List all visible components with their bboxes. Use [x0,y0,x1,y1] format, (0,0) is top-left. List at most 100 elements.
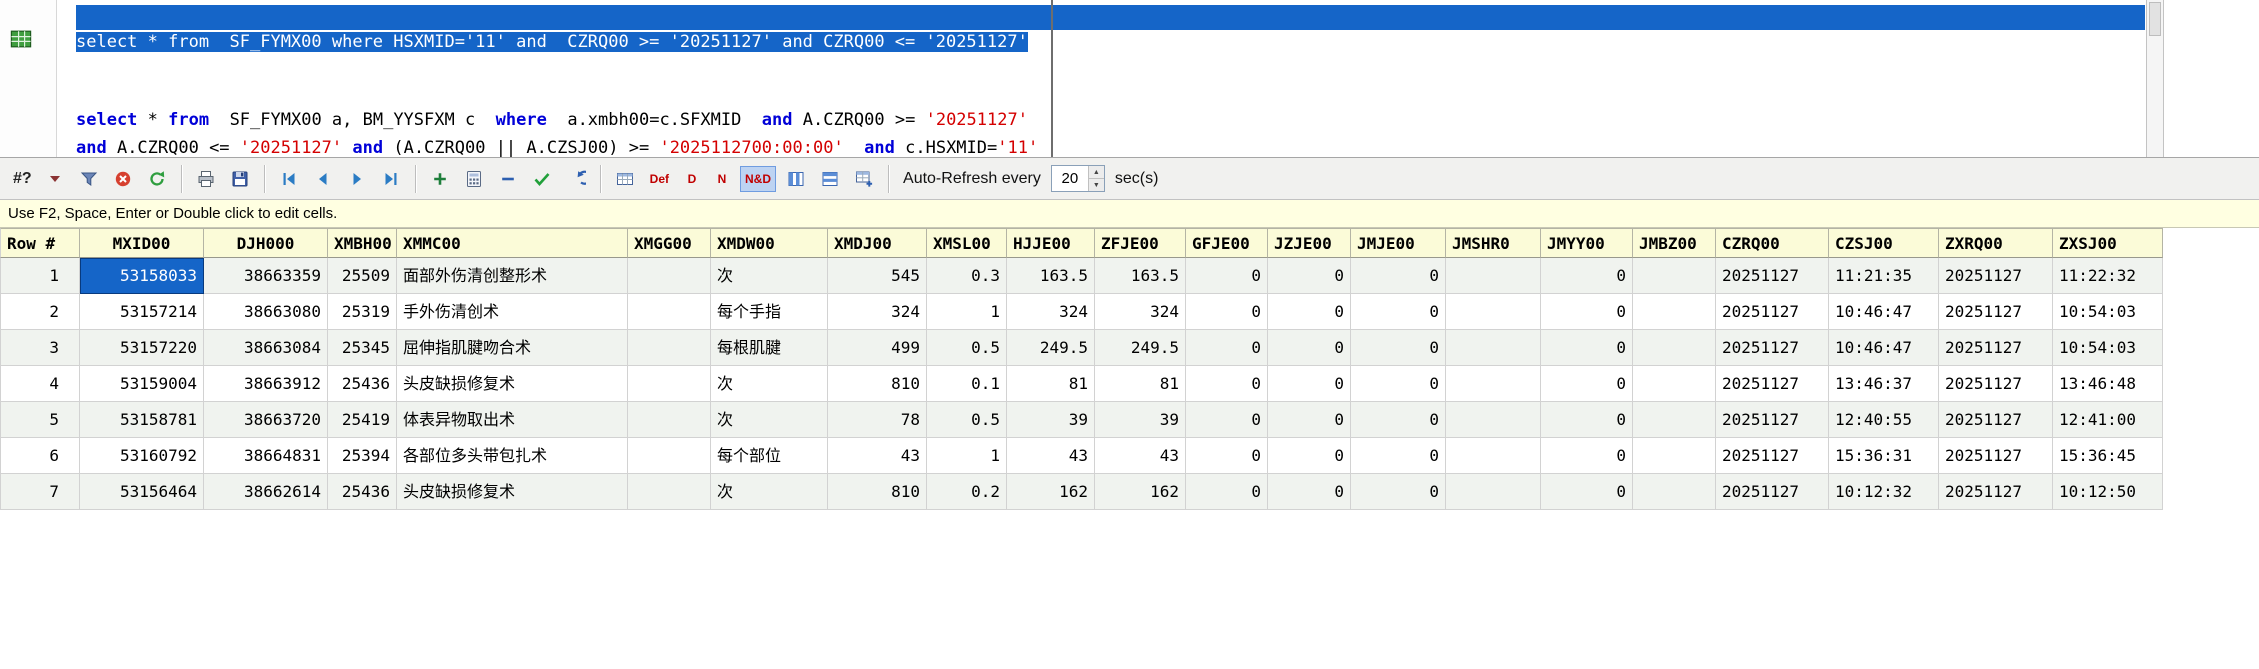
grid-cell[interactable]: 20251127 [1939,402,2053,438]
row-number-cell[interactable]: 1 [0,258,80,294]
grid-cell[interactable]: 次 [711,258,828,294]
revert-changes-button[interactable] [562,165,590,193]
grid-cell[interactable]: 每根肌腱 [711,330,828,366]
refresh-interval-input[interactable] [1051,166,1088,191]
column-header-zxsj00[interactable]: ZXSJ00 [2053,228,2163,258]
grid-cell[interactable]: 39 [1007,402,1095,438]
grid-cell[interactable]: 53160792 [80,438,204,474]
grid-cell[interactable]: 0 [1351,402,1446,438]
grid-cell[interactable]: 10:46:47 [1829,330,1939,366]
grid-cell[interactable]: 20251127 [1939,258,2053,294]
grid-cell[interactable]: 25436 [328,474,397,510]
grid-cell[interactable]: 20251127 [1716,402,1829,438]
grid-cell[interactable]: 10:46:47 [1829,294,1939,330]
grid-cell[interactable] [1633,402,1716,438]
grid-cell[interactable]: 0 [1186,258,1268,294]
grid-cell[interactable]: 0 [1541,438,1633,474]
row-number-cell[interactable]: 5 [0,402,80,438]
grid-cell[interactable]: 0.5 [927,330,1007,366]
column-header-jzje00[interactable]: JZJE00 [1268,228,1351,258]
grid-cell[interactable]: 53156464 [80,474,204,510]
grid-row-5[interactable]: 5 53158781 38663720 25419 体表异物取出术次 78 0.5 39 39 0… [0,402,2163,438]
grid-cell[interactable]: 15:36:45 [2053,438,2163,474]
grid-cell[interactable] [628,474,711,510]
grid-cell[interactable]: 53157214 [80,294,204,330]
spinner-up-button[interactable]: ▲ [1088,166,1104,179]
grid-row-2[interactable]: 2 53157214 38663080 25319 手外伤清创术 每个手指 324 1 324 3… [0,294,2163,330]
grid-cell[interactable]: 38662614 [204,474,328,510]
column-header-jmshr0[interactable]: JMSHR0 [1446,228,1541,258]
grid-cell[interactable]: 屈伸指肌腱吻合术 [397,330,628,366]
first-record-button[interactable] [275,165,303,193]
grid-cell[interactable]: 次 [711,474,828,510]
grid-cell[interactable]: 53157220 [80,330,204,366]
grid-cell[interactable]: 次 [711,366,828,402]
default-value-button[interactable]: Def [645,166,674,192]
column-header-jmje00[interactable]: JMJE00 [1351,228,1446,258]
grid-cell[interactable] [628,366,711,402]
grid-cell[interactable]: 0 [1268,330,1351,366]
grid-cell[interactable] [1446,402,1541,438]
grid-cell[interactable]: 0 [1351,366,1446,402]
grid-cell[interactable]: 12:40:55 [1829,402,1939,438]
grid-cell[interactable]: 体表异物取出术 [397,402,628,438]
grid-cell[interactable]: 11:21:35 [1829,258,1939,294]
spinner-down-button[interactable]: ▼ [1088,179,1104,191]
grid-cell[interactable]: 10:12:32 [1829,474,1939,510]
grid-options-button[interactable] [611,165,639,193]
grid-cell[interactable] [628,294,711,330]
grid-cell[interactable] [1446,330,1541,366]
grid-cell[interactable]: 163.5 [1095,258,1186,294]
grid-cell[interactable]: 头皮缺损修复术 [397,474,628,510]
filter-dropdown-button[interactable] [41,165,69,193]
grid-cell[interactable]: 13:46:37 [1829,366,1939,402]
grid-row-7[interactable]: 7 53156464 38662614 25436 头皮缺损修复术次 810 0.2 162 1… [0,474,2163,510]
grid-cell[interactable]: 43 [828,438,927,474]
grid-cell[interactable]: 0 [1268,258,1351,294]
grid-cell[interactable]: 81 [1007,366,1095,402]
grid-cell[interactable]: 20251127 [1716,258,1829,294]
grid-cell[interactable]: 每个部位 [711,438,828,474]
grid-cell[interactable]: 1 [927,294,1007,330]
grid-cell[interactable]: 324 [1007,294,1095,330]
column-header-xmmc00[interactable]: XMMC00 [397,228,628,258]
insert-record-button[interactable] [426,165,454,193]
column-header-djh000[interactable]: DJH000 [204,228,328,258]
grid-cell[interactable]: 78 [828,402,927,438]
grid-cell[interactable]: 25319 [328,294,397,330]
clear-filter-button[interactable] [109,165,137,193]
grid-cell[interactable]: 53158781 [80,402,204,438]
column-header-gfje00[interactable]: GFJE00 [1186,228,1268,258]
grid-cell[interactable] [1446,294,1541,330]
grid-cell[interactable]: 39 [1095,402,1186,438]
now-and-date-value-button[interactable]: N&D [740,165,777,192]
column-header-row[interactable]: Row # [0,228,80,258]
grid-cell[interactable]: 0 [1186,366,1268,402]
grid-cell[interactable] [1446,366,1541,402]
row-number-cell[interactable]: 3 [0,330,80,366]
grid-cell[interactable]: 各部位多头带包扎术 [397,438,628,474]
grid-cell[interactable]: 38663084 [204,330,328,366]
grid-cell[interactable]: 次 [711,402,828,438]
grid-cell[interactable] [1633,294,1716,330]
grid-cell[interactable]: 0 [1351,438,1446,474]
pane-divider[interactable] [1051,0,1053,157]
grid-cell[interactable]: 20251127 [1939,294,2053,330]
row-number-cell[interactable]: 4 [0,366,80,402]
grid-cell[interactable] [1633,330,1716,366]
grid-cell[interactable]: 0 [1541,402,1633,438]
grid-cell[interactable] [1633,438,1716,474]
grid-cell[interactable]: 0.5 [927,402,1007,438]
grid-cell[interactable]: 53159004 [80,366,204,402]
grid-cell[interactable]: 0 [1186,474,1268,510]
save-button[interactable] [226,165,254,193]
grid-cell[interactable]: 20251127 [1716,474,1829,510]
column-header-xmgg00[interactable]: XMGG00 [628,228,711,258]
scrollbar-thumb[interactable] [2149,2,2161,36]
editor-scrollbar[interactable] [2146,0,2164,157]
grid-cell[interactable]: 38663080 [204,294,328,330]
grid-row-4[interactable]: 4 53159004 38663912 25436 头皮缺损修复术次 810 0.1 81 81… [0,366,2163,402]
grid-cell[interactable] [628,402,711,438]
grid-cell[interactable]: 162 [1007,474,1095,510]
grid-cell[interactable]: 20251127 [1716,330,1829,366]
